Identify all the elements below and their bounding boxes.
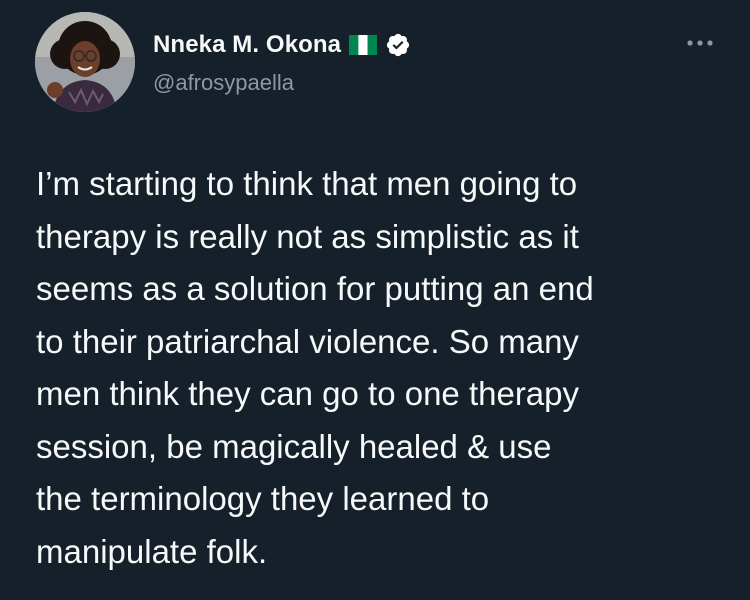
- tweet-text-line: seems as a solution for putting an end: [36, 270, 594, 307]
- tweet-text-line: the terminology they learned to: [36, 480, 490, 517]
- author-name-row: Nneka M. Okona: [153, 30, 411, 60]
- more-options-button[interactable]: [680, 30, 720, 56]
- avatar-image: [35, 12, 135, 112]
- tweet-text-line: men think they can go to one therapy: [36, 375, 580, 412]
- verified-badge-icon: [385, 32, 411, 58]
- tweet-text: I’m starting to think that men going to …: [36, 158, 726, 578]
- author-handle[interactable]: @afrosypaella: [153, 70, 294, 96]
- more-options-icon: [687, 40, 713, 46]
- nigeria-flag-icon: [349, 35, 378, 55]
- tweet-text-line: to their patriarchal violence. So many: [36, 322, 579, 360]
- tweet-text-line: manipulate folk.: [36, 532, 268, 570]
- tweet-card: Nneka M. Okona @afrosypaella I’m startin…: [0, 0, 750, 600]
- author-display-name[interactable]: Nneka M. Okona: [153, 31, 341, 59]
- tweet-text-line: session, be magically healed & use: [36, 427, 552, 465]
- tweet-text-line: therapy is really not as simplistic as i…: [36, 217, 579, 255]
- tweet-text-line: I’m starting to think that men going to: [36, 165, 578, 202]
- avatar[interactable]: [35, 12, 135, 112]
